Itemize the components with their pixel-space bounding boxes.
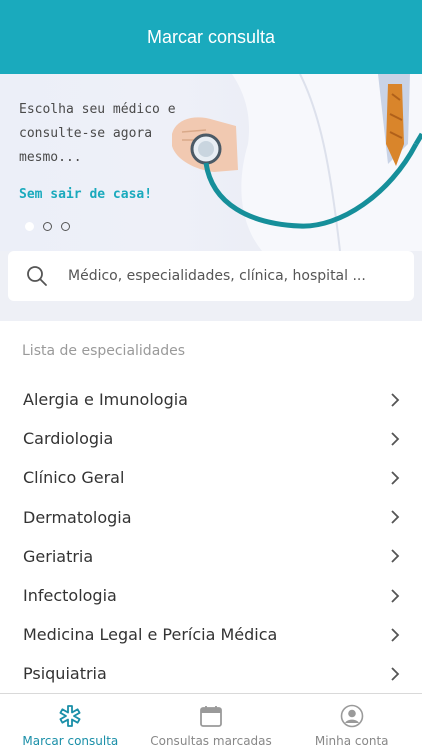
carousel-dot[interactable] (43, 222, 52, 231)
bottom-tab-bar: Marcar consulta Consultas marcadas Minha… (0, 693, 422, 750)
chevron-right-icon (391, 510, 400, 524)
tab-marcar-consulta[interactable]: Marcar consulta (0, 694, 141, 750)
specialties-list: Alergia e Imunologia Cardiologia Clínico… (0, 380, 422, 694)
page-title: Marcar consulta (146, 26, 276, 47)
carousel-dot[interactable] (25, 222, 34, 231)
chevron-right-icon (391, 549, 400, 563)
promo-banner[interactable]: Escolha seu médico e consulte-se agora m… (0, 74, 422, 251)
search-icon (27, 266, 47, 286)
specialty-item[interactable]: Alergia e Imunologia (0, 380, 422, 419)
banner-cta: Sem sair de casa! (19, 187, 153, 202)
tab-label: Marcar consulta (22, 734, 119, 748)
specialty-label: Dermatologia (23, 507, 132, 527)
specialty-item[interactable]: Psiquiatria (0, 654, 422, 693)
tab-minha-conta[interactable]: Minha conta (281, 694, 422, 750)
search-bar[interactable] (8, 251, 414, 301)
chevron-right-icon (391, 432, 400, 446)
specialty-item[interactable]: Dermatologia (0, 498, 422, 537)
specialty-label: Cardiologia (23, 429, 114, 449)
chevron-right-icon (391, 392, 400, 407)
specialty-label: Infectologia (23, 586, 117, 606)
chevron-right-icon (391, 471, 400, 485)
specialty-item[interactable]: Geriatria (0, 537, 422, 576)
search-area (0, 251, 422, 321)
chevron-right-icon (391, 628, 400, 642)
carousel-dots (25, 222, 70, 231)
banner-message: Escolha seu médico e consulte-se agora m… (19, 102, 176, 165)
chevron-right-icon (391, 667, 400, 681)
carousel-dot[interactable] (61, 222, 70, 231)
tab-label: Consultas marcadas (150, 734, 272, 748)
specialty-item[interactable]: Medicina Legal e Perícia Médica (0, 615, 422, 654)
medical-asterisk-icon (59, 705, 81, 727)
search-input[interactable] (68, 268, 388, 284)
specialty-label: Alergia e Imunologia (23, 390, 188, 410)
app-header: Marcar consulta (0, 0, 422, 74)
specialty-item[interactable]: Cardiologia (0, 419, 422, 458)
specialty-item[interactable]: Clínico Geral (0, 458, 422, 497)
specialty-label: Geriatria (23, 546, 94, 566)
calendar-icon (200, 706, 222, 727)
specialty-label: Clínico Geral (23, 468, 125, 488)
specialty-item[interactable]: Infectologia (0, 576, 422, 615)
user-account-icon (340, 704, 363, 728)
tab-label: Minha conta (314, 734, 389, 748)
chevron-right-icon (391, 588, 400, 603)
specialty-label: Medicina Legal e Perícia Médica (23, 625, 278, 645)
specialties-heading: Lista de especialidades (22, 343, 186, 359)
tab-consultas-marcadas[interactable]: Consultas marcadas (141, 694, 282, 750)
specialty-label: Psiquiatria (23, 664, 107, 684)
